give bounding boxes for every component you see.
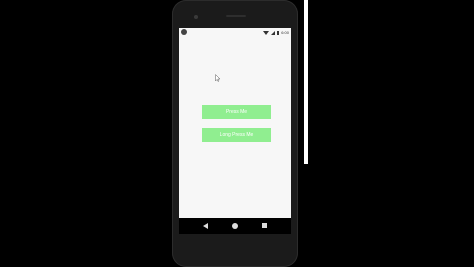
status-icons: 6:00 <box>263 29 289 36</box>
long-press-me-button[interactable]: Long Press Me <box>202 128 271 142</box>
emulator-stage: 6:00 Press Me Long Press Me <box>0 0 474 267</box>
battery-icon <box>277 30 280 35</box>
home-circle-icon[interactable] <box>232 223 238 229</box>
back-triangle-icon[interactable] <box>203 223 208 229</box>
mouse-cursor-icon <box>215 74 221 82</box>
status-bar: 6:00 <box>179 28 291 37</box>
emulator-side-panel <box>304 0 308 164</box>
phone-frame: 6:00 Press Me Long Press Me <box>172 0 298 267</box>
press-me-button[interactable]: Press Me <box>202 105 271 119</box>
earpiece-speaker <box>226 15 246 17</box>
status-time: 6:00 <box>281 30 289 35</box>
front-camera <box>194 15 198 19</box>
recents-square-icon[interactable] <box>262 223 267 228</box>
phone-screen: 6:00 Press Me Long Press Me <box>179 28 291 218</box>
wifi-icon <box>263 30 270 35</box>
app-notification-icon <box>181 29 187 35</box>
navigation-bar <box>179 218 291 234</box>
signal-icon <box>271 30 276 35</box>
